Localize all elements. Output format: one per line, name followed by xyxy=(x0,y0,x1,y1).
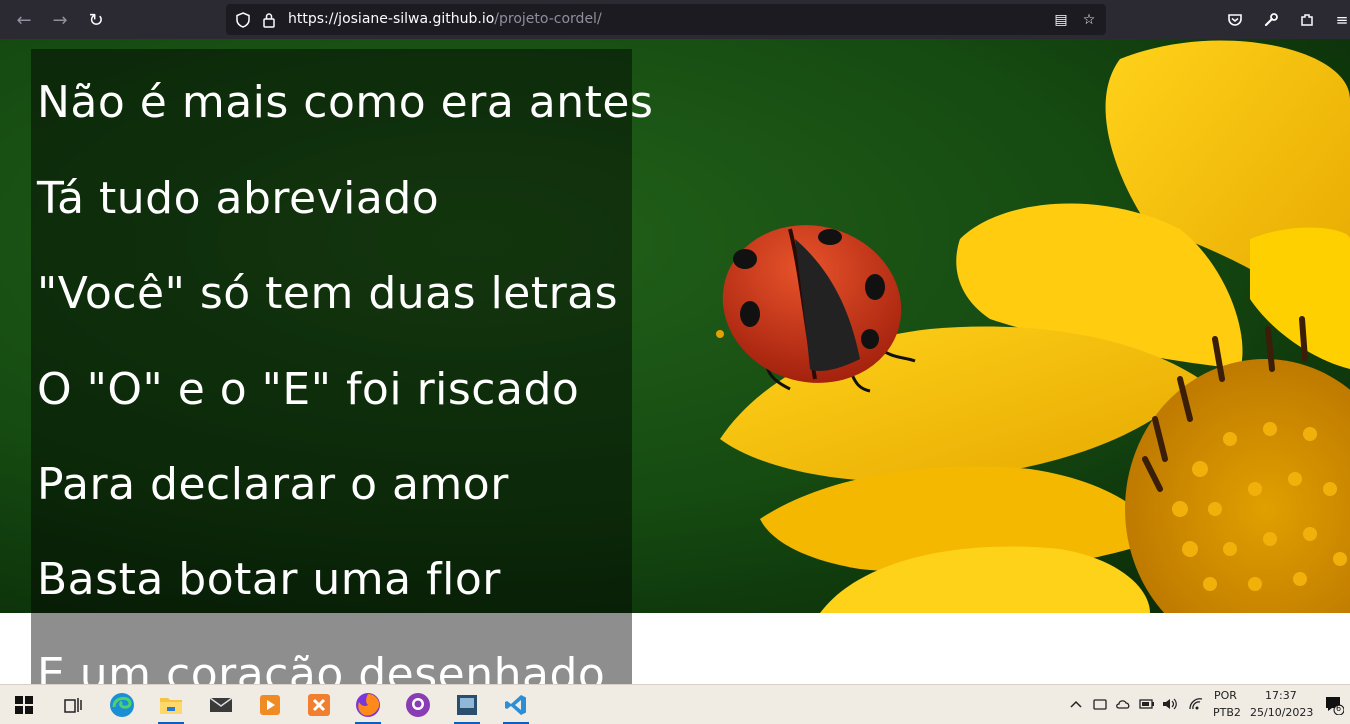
lock-icon[interactable] xyxy=(260,11,278,29)
shield-icon[interactable] xyxy=(234,11,252,29)
github-desktop-icon[interactable] xyxy=(402,689,434,721)
battery-icon[interactable] xyxy=(1139,696,1155,712)
poem-overlay: Não é mais como era antes Tá tudo abrevi… xyxy=(31,49,653,613)
url-path: /projeto-cordel/ xyxy=(494,11,602,27)
edge-browser-icon[interactable] xyxy=(106,689,138,721)
clock-time[interactable]: 17:37 xyxy=(1265,689,1297,702)
task-view-icon[interactable] xyxy=(57,689,89,721)
reader-view-icon[interactable]: ▤ xyxy=(1052,11,1070,29)
hero-image: Não é mais como era antes Tá tudo abrevi… xyxy=(0,39,1350,613)
terminal-app-icon[interactable] xyxy=(451,689,483,724)
poem-overlay-continuation: E um coração desenhado xyxy=(31,613,632,684)
poem-line: Basta botar uma flor xyxy=(37,554,501,605)
wrench-icon[interactable] xyxy=(1259,8,1283,32)
meet-now-icon[interactable] xyxy=(1092,696,1108,712)
poem-line: E um coração desenhado xyxy=(37,649,606,684)
back-icon[interactable]: ← xyxy=(12,8,36,32)
app-menu-icon[interactable]: ≡ xyxy=(1330,8,1350,32)
url-bar[interactable]: https://josiane-silwa.github.io/projeto-… xyxy=(226,4,1106,35)
web-page: Não é mais como era antes Tá tudo abrevi… xyxy=(0,39,1350,684)
windows-start-icon[interactable] xyxy=(8,689,40,721)
vscode-icon[interactable] xyxy=(500,689,532,724)
windows-taskbar: POR PTB2 17:37 25/10/2023 6 xyxy=(0,684,1350,724)
clock-date[interactable]: 25/10/2023 xyxy=(1250,706,1313,719)
xampp-icon[interactable] xyxy=(303,689,335,721)
bookmark-star-icon[interactable]: ☆ xyxy=(1080,11,1098,29)
language-code[interactable]: POR xyxy=(1214,689,1237,702)
browser-toolbar: ← → ↻ https://josiane-silwa.github.io/pr… xyxy=(0,0,1350,39)
poem-line: "Você" só tem duas letras xyxy=(37,268,619,319)
reload-icon[interactable]: ↻ xyxy=(84,8,108,32)
poem-line: Para declarar o amor xyxy=(37,459,509,510)
media-player-icon[interactable] xyxy=(254,689,286,721)
poem-line: Tá tudo abreviado xyxy=(37,173,440,224)
poem-line: Não é mais como era antes xyxy=(37,77,654,128)
keyboard-layout[interactable]: PTB2 xyxy=(1213,706,1241,719)
poem-line: O "O" e o "E" foi riscado xyxy=(37,364,580,415)
volume-icon[interactable] xyxy=(1162,696,1178,712)
forward-icon[interactable]: → xyxy=(48,8,72,32)
notification-count: 6 xyxy=(1336,704,1342,713)
mail-icon[interactable] xyxy=(205,689,237,721)
pocket-icon[interactable] xyxy=(1223,8,1247,32)
extensions-icon[interactable] xyxy=(1295,8,1319,32)
show-hidden-icons[interactable] xyxy=(1068,696,1084,712)
notification-center-icon[interactable]: 6 xyxy=(1324,695,1344,715)
wifi-icon[interactable] xyxy=(1188,696,1204,712)
url-host: https://josiane-silwa.github.io xyxy=(288,11,495,27)
file-explorer-icon[interactable] xyxy=(155,689,187,724)
url-text[interactable]: https://josiane-silwa.github.io/projeto-… xyxy=(288,11,602,27)
firefox-icon[interactable] xyxy=(352,689,384,724)
onedrive-icon[interactable] xyxy=(1115,696,1131,712)
